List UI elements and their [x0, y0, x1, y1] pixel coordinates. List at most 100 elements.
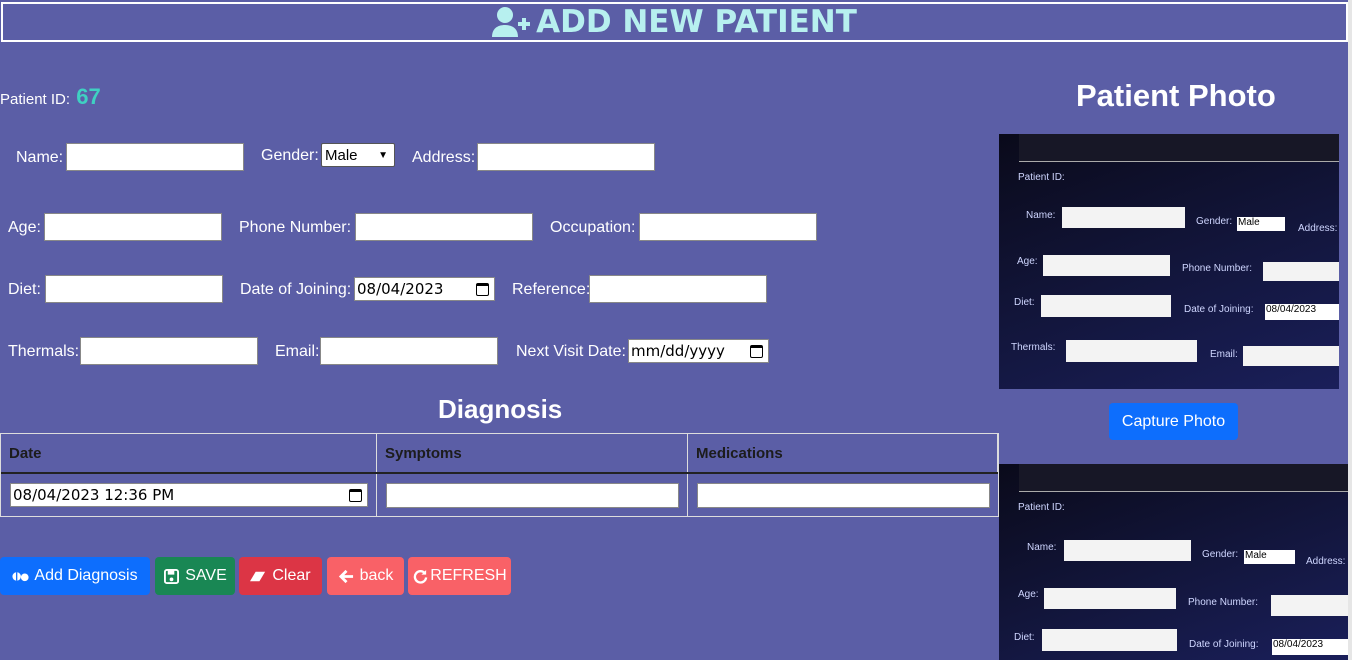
doj-label: Date of Joining: [240, 281, 352, 298]
patient-id-value: 67 [76, 84, 101, 109]
refresh-button[interactable]: REFRESH [408, 557, 511, 595]
table-cell-medications [688, 474, 998, 516]
add-diagnosis-label: Add Diagnosis [34, 567, 138, 584]
photo-date: 08/04/2023 [1272, 639, 1348, 655]
refresh-label: REFRESH [430, 567, 507, 584]
diagnosis-date-value: 08/04/2023 12:36 PM [13, 486, 175, 504]
email-label: Email: [275, 343, 320, 360]
back-button[interactable]: back [327, 557, 404, 595]
preview-box [1243, 346, 1339, 366]
save-icon [164, 568, 180, 584]
preview-box [1041, 295, 1171, 317]
photo-text: Patient ID: [1018, 502, 1065, 513]
user-plus-icon [492, 7, 531, 37]
gender-select-value: Male [325, 146, 358, 164]
reference-input[interactable] [589, 275, 767, 303]
email-input[interactable] [320, 337, 498, 365]
photo-text: Address: [1306, 556, 1346, 567]
column-header-medications: Medications [688, 434, 998, 472]
diet-input[interactable] [45, 275, 223, 303]
preview-text: Diet: [1014, 297, 1035, 308]
preview-text: Date of Joining: [1184, 304, 1254, 315]
pills-icon [12, 571, 29, 581]
diet-label: Diet: [8, 281, 41, 298]
preview-box [1043, 255, 1170, 276]
age-label: Age: [8, 219, 41, 236]
photo-box [1042, 629, 1177, 651]
refresh-icon [414, 569, 428, 584]
photo-box [1271, 595, 1348, 616]
photo-text: Age: [1018, 589, 1039, 600]
phone-input[interactable] [355, 213, 533, 241]
photo-text: Phone Number: [1188, 597, 1259, 608]
camera-preview: Patient ID: Name: Gender: Male Address: … [999, 134, 1339, 389]
doj-input[interactable]: 08/04/2023 [354, 277, 495, 301]
captured-photo: Patient ID: Name: Gender: Male Address: … [999, 464, 1348, 660]
preview-text: Age: [1017, 256, 1038, 267]
patient-id: Patient ID: 67 [0, 84, 101, 110]
diagnosis-table: Date Symptoms Medications 08/04/2023 12:… [0, 433, 999, 517]
photo-box [1044, 588, 1176, 609]
preview-date: 08/04/2023 [1265, 304, 1339, 320]
calendar-icon[interactable] [750, 344, 763, 358]
name-label: Name: [16, 149, 64, 166]
clear-label: Clear [272, 567, 311, 584]
photo-text: Gender: [1202, 549, 1239, 560]
column-header-date: Date [1, 434, 377, 472]
table-cell-date: 08/04/2023 12:36 PM [1, 474, 377, 516]
thermals-input[interactable] [80, 337, 258, 365]
doj-value: 08/04/2023 [357, 280, 444, 298]
preview-text: Phone Number: [1182, 263, 1253, 274]
preview-select: Male [1237, 217, 1285, 231]
preview-box [1263, 262, 1339, 281]
photo-text: Diet: [1014, 632, 1035, 643]
photo-box [1064, 540, 1191, 561]
medications-input[interactable] [697, 483, 990, 508]
preview-box [1062, 207, 1185, 228]
table-cell-symptoms [377, 474, 688, 516]
occupation-input[interactable] [639, 213, 817, 241]
preview-text: Thermals: [1011, 342, 1056, 353]
column-header-symptoms: Symptoms [377, 434, 688, 472]
patient-id-label: Patient ID: [0, 91, 71, 108]
photo-title: Patient Photo [1076, 78, 1276, 113]
age-input[interactable] [44, 213, 222, 241]
next-visit-label: Next Visit Date: [516, 343, 626, 360]
symptoms-input[interactable] [386, 483, 679, 508]
calendar-icon[interactable] [476, 282, 489, 296]
header-title-text: ADD NEW PATIENT [536, 4, 857, 40]
photo-select: Male [1244, 550, 1295, 564]
vertical-scrollbar[interactable] [1348, 0, 1352, 660]
capture-photo-button[interactable]: Capture Photo [1109, 403, 1238, 440]
next-visit-value: mm/dd/yyyy [631, 342, 725, 360]
chevron-down-icon: ▼ [378, 149, 388, 161]
thermals-label: Thermals: [8, 343, 80, 360]
preview-text: Address: [1298, 223, 1338, 234]
header-title: ADD NEW PATIENT [492, 4, 857, 40]
gender-select[interactable]: Male ▼ [321, 143, 395, 167]
page-header: ADD NEW PATIENT [1, 2, 1348, 42]
calendar-icon[interactable] [349, 488, 362, 502]
phone-label: Phone Number: [239, 219, 352, 236]
address-label: Address: [412, 149, 476, 166]
next-visit-input[interactable]: mm/dd/yyyy [628, 339, 769, 363]
preview-text: Patient ID: [1018, 172, 1065, 183]
preview-text: Gender: [1196, 216, 1233, 227]
gender-label: Gender: [261, 147, 319, 164]
occupation-label: Occupation: [550, 219, 636, 236]
reference-label: Reference: [512, 281, 591, 298]
clear-button[interactable]: Clear [239, 557, 322, 595]
address-input[interactable] [477, 143, 655, 171]
name-input[interactable] [66, 143, 244, 171]
diagnosis-date-input[interactable]: 08/04/2023 12:36 PM [10, 483, 368, 507]
photo-text: Name: [1027, 542, 1057, 553]
back-label: back [359, 567, 394, 584]
preview-text: Email: [1210, 349, 1238, 360]
add-diagnosis-button[interactable]: Add Diagnosis [0, 557, 150, 595]
photo-text: Date of Joining: [1189, 639, 1259, 650]
arrow-left-icon [338, 569, 353, 583]
eraser-icon [250, 571, 266, 581]
preview-box [1066, 340, 1197, 362]
preview-text: Name: [1026, 210, 1056, 221]
save-button[interactable]: SAVE [155, 557, 235, 595]
